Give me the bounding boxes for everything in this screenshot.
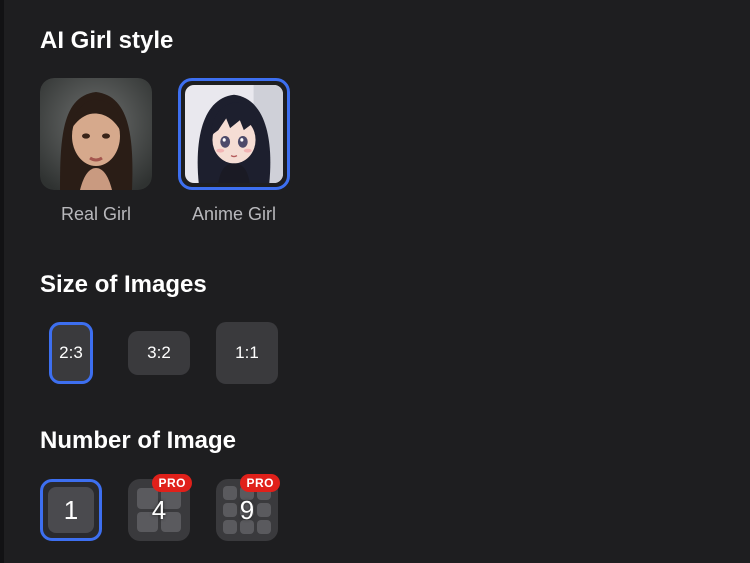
size-option-1-1[interactable]: 1:1 [216,322,278,384]
style-option-real-girl[interactable]: Real Girl [40,78,152,224]
pro-badge: PRO [240,474,280,492]
real-girl-thumbnail [40,78,152,190]
size-option-2-3[interactable]: 2:3 [49,322,93,384]
real-girl-portrait-image [40,78,152,190]
anime-girl-label: Anime Girl [191,204,276,224]
style-section-title: AI Girl style [40,27,174,54]
panel-edge [0,0,4,563]
style-option-anime-girl[interactable]: Anime Girl [178,78,290,224]
number-section-title: Number of Image [40,427,237,454]
pro-badge: PRO [152,474,192,492]
anime-girl-thumbnail [178,78,290,190]
size-option-3-2[interactable]: 3:2 [128,331,190,375]
size-option-1-1-label: 1:1 [235,343,259,362]
size-option-3-2-label: 3:2 [147,343,171,362]
anime-girl-portrait-image [185,85,283,183]
real-girl-label: Real Girl [60,204,131,224]
number-option-1[interactable]: 1 [40,479,102,541]
number-option-9[interactable]: 9 PRO [216,474,280,541]
number-option-1-label: 1 [48,487,94,533]
number-option-4[interactable]: 4 PRO [128,474,192,541]
size-option-2-3-label: 2:3 [59,343,83,362]
size-section-title: Size of Images [40,271,207,298]
